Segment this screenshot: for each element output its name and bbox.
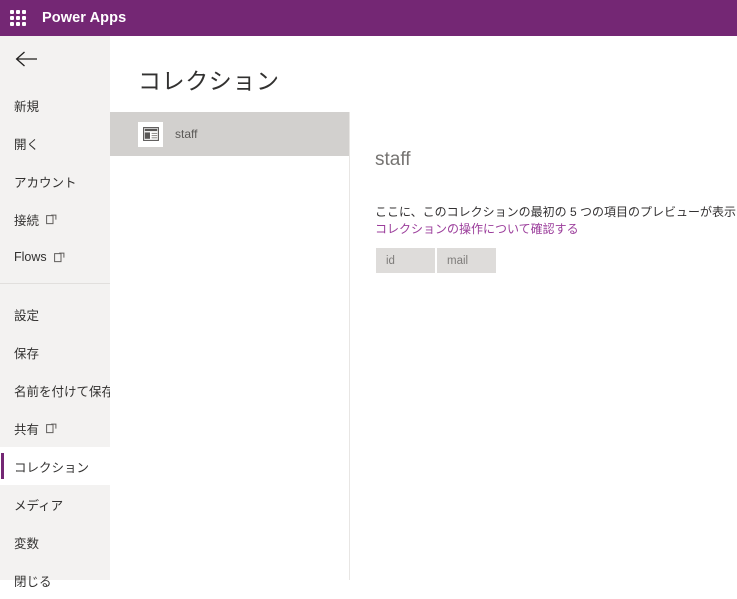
collection-list: staff xyxy=(110,112,350,580)
rail-divider xyxy=(0,283,110,284)
preview-table: id mail xyxy=(376,248,496,273)
sidebar-item-variables[interactable]: 変数 xyxy=(0,523,110,561)
top-app-bar: Power Apps xyxy=(0,0,737,36)
sidebar-item-save-as[interactable]: 名前を付けて保存 xyxy=(0,371,114,409)
sidebar-item-label: 新規 xyxy=(14,99,40,114)
collection-help-link[interactable]: コレクションの操作について確認する xyxy=(375,220,579,237)
rail-group-primary: 新規 開く アカウント 接続 Flows xyxy=(0,82,110,276)
list-item[interactable]: staff xyxy=(110,112,349,156)
sidebar-item-label: 変数 xyxy=(14,536,40,551)
collection-name: staff xyxy=(175,127,198,141)
external-link-icon xyxy=(46,423,57,434)
main-content: コレクション staff staff ここに、このコレクションの最初の 5 つの… xyxy=(110,36,737,580)
detail-description: ここに、このコレクションの最初の 5 つの項目のプレビューが表示されています xyxy=(375,205,737,219)
sidebar-item-label: 接続 xyxy=(14,213,40,228)
sidebar-item-label: 開く xyxy=(14,137,40,152)
sidebar-item-flows[interactable]: Flows xyxy=(0,238,110,276)
table-icon xyxy=(138,121,163,147)
rail-group-secondary: 設定 保存 名前を付けて保存 共有 コレクション メディア 変数 閉じる xyxy=(0,291,114,599)
sidebar-item-close[interactable]: 閉じる xyxy=(0,561,110,599)
arrow-left-icon xyxy=(14,50,40,68)
sidebar-item-connections[interactable]: 接続 xyxy=(0,200,110,238)
sidebar-item-account[interactable]: アカウント xyxy=(0,162,110,200)
sidebar-item-label: コレクション xyxy=(14,460,90,475)
sidebar-item-settings[interactable]: 設定 xyxy=(0,295,110,333)
external-link-icon xyxy=(46,214,57,225)
brand-title: Power Apps xyxy=(42,10,127,26)
detail-title: staff xyxy=(375,149,411,170)
power-apps-window: Power Apps 新規 開く アカウント 接続 Flows 設定 保存 名前… xyxy=(0,0,737,589)
sidebar-item-label: メディア xyxy=(14,498,64,513)
sidebar-item-label: 保存 xyxy=(14,346,40,361)
app-launcher-waffle-icon[interactable] xyxy=(10,10,26,26)
sidebar-item-media[interactable]: メディア xyxy=(0,485,110,523)
sidebar-item-label: アカウント xyxy=(14,175,77,190)
column-header-mail[interactable]: mail xyxy=(437,248,496,273)
page-title: コレクション xyxy=(138,68,280,94)
sidebar-item-collections[interactable]: コレクション xyxy=(0,447,110,485)
sidebar-item-label: 閉じる xyxy=(14,574,52,589)
sidebar-item-label: 設定 xyxy=(14,308,40,323)
left-rail: 新規 開く アカウント 接続 Flows 設定 保存 名前を付けて保存 共有 コ… xyxy=(0,36,114,589)
sidebar-item-share[interactable]: 共有 xyxy=(0,409,110,447)
collection-detail-pane: staff ここに、このコレクションの最初の 5 つの項目のプレビューが表示され… xyxy=(351,112,737,580)
sidebar-item-label: 名前を付けて保存 xyxy=(14,384,115,399)
back-button[interactable] xyxy=(0,36,110,82)
sidebar-item-label: 共有 xyxy=(14,422,40,437)
sidebar-item-save[interactable]: 保存 xyxy=(0,333,110,371)
external-link-icon xyxy=(53,252,65,263)
sidebar-item-open[interactable]: 開く xyxy=(0,124,110,162)
column-header-id[interactable]: id xyxy=(376,248,435,273)
sidebar-item-new[interactable]: 新規 xyxy=(0,86,110,124)
sidebar-item-label: Flows xyxy=(14,250,47,264)
